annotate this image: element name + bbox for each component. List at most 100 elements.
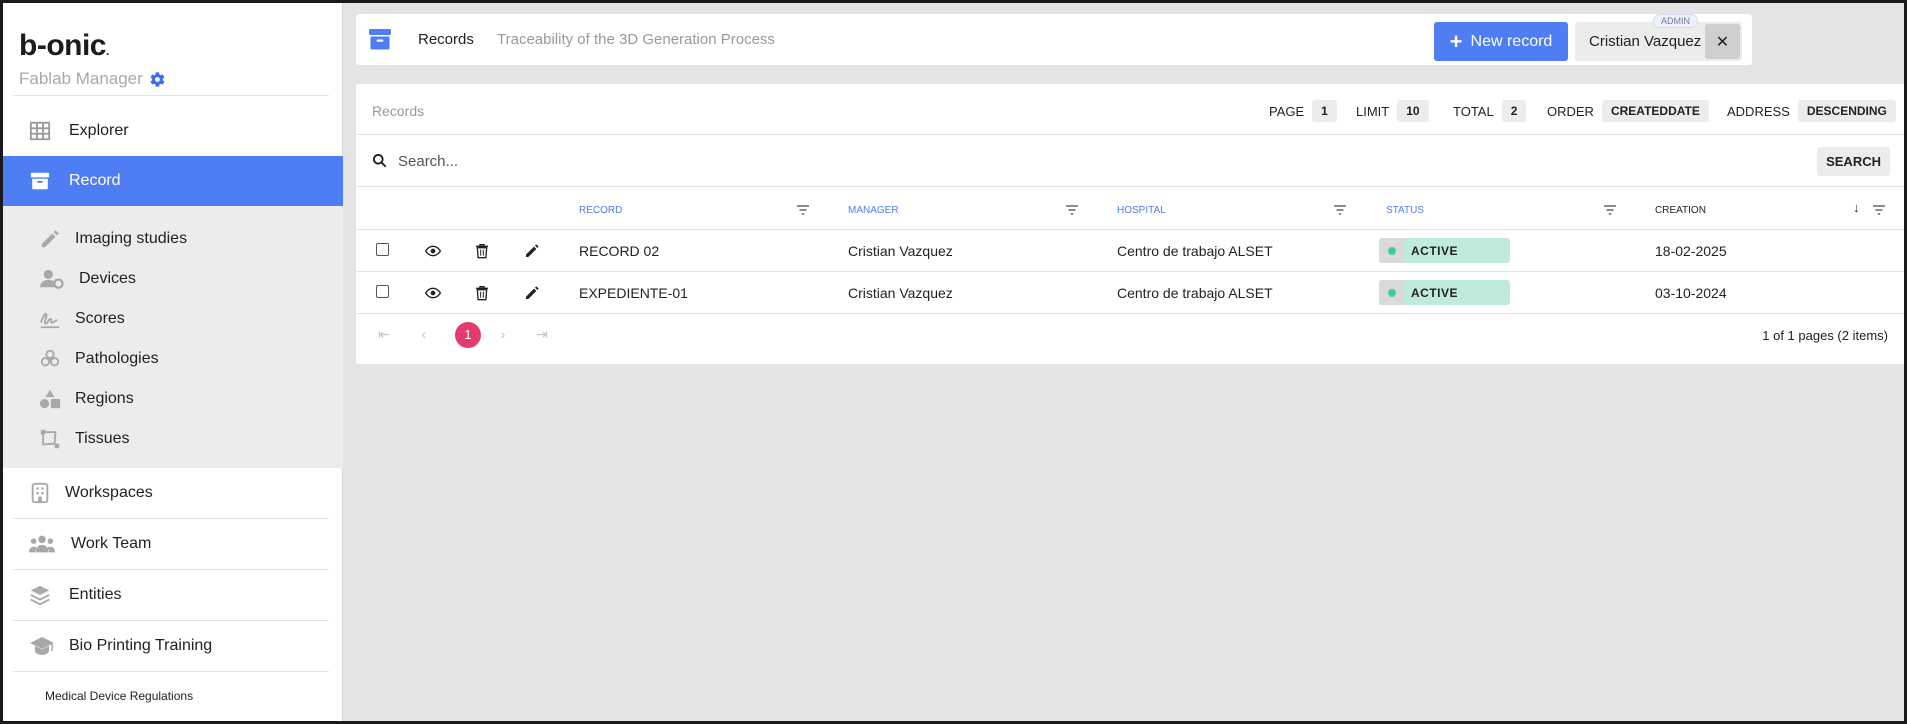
filter-icon[interactable] bbox=[1604, 205, 1616, 215]
submenu-item-label: Devices bbox=[79, 270, 136, 287]
users-icon bbox=[29, 533, 55, 555]
submenu-item-label: Pathologies bbox=[75, 350, 159, 367]
panel-header: Records PAGE 1 LIMIT 10 TOTAL 2 ORDER CREATE… bbox=[356, 84, 1904, 135]
user-gear-icon bbox=[39, 268, 65, 290]
status-dot-icon bbox=[1379, 280, 1404, 305]
submenu-item-devices[interactable]: Devices bbox=[3, 259, 343, 299]
sidebar-item-label: Workspaces bbox=[65, 484, 153, 501]
page-description: Traceability of the 3D Generation Proces… bbox=[497, 31, 775, 48]
first-page-icon[interactable]: ⇤ bbox=[376, 326, 392, 342]
new-record-button[interactable]: + New record bbox=[1434, 22, 1568, 61]
cell-record: RECORD 02 bbox=[579, 243, 660, 259]
order-indicator: ORDER CREATEDDATE bbox=[1547, 100, 1709, 122]
grid-icon bbox=[29, 120, 51, 142]
sidebar-item-workspaces[interactable]: Workspaces bbox=[3, 468, 343, 518]
trash-icon[interactable] bbox=[474, 243, 490, 259]
sidebar: b-onic. Fablab Manager Explorer Record I… bbox=[3, 3, 343, 721]
last-page-icon[interactable]: ⇥ bbox=[534, 326, 550, 342]
submenu-item-imaging-studies[interactable]: Imaging studies bbox=[3, 219, 343, 259]
shapes-icon bbox=[39, 388, 61, 410]
table-header: RECORD MANAGER HOSPITAL STATUS CREATION … bbox=[356, 187, 1904, 230]
column-header-record[interactable]: RECORD bbox=[579, 205, 622, 216]
cell-hospital: Centro de trabajo ALSET bbox=[1117, 285, 1273, 301]
submenu-item-label: Scores bbox=[75, 310, 125, 327]
sidebar-item-record[interactable]: Record bbox=[3, 156, 343, 206]
eye-icon[interactable] bbox=[425, 285, 441, 301]
trash-icon[interactable] bbox=[474, 285, 490, 301]
status-badge: ACTIVE bbox=[1379, 280, 1510, 305]
user-name: Cristian Vazquez bbox=[1589, 33, 1702, 50]
filter-icon[interactable] bbox=[1334, 205, 1346, 215]
cell-manager: Cristian Vazquez bbox=[848, 243, 953, 259]
record-submenu: Imaging studies Devices Scores Pathologi… bbox=[3, 206, 343, 468]
submenu-item-pathologies[interactable]: Pathologies bbox=[3, 339, 343, 379]
archive-box-icon bbox=[29, 170, 51, 192]
header-bar: Records Traceability of the 3D Generatio… bbox=[356, 14, 1752, 65]
vector-frame-icon bbox=[39, 428, 61, 450]
pagination: ⇤ ‹ 1 › ⇥ 1 of 1 pages (2 items) bbox=[356, 314, 1904, 354]
column-header-hospital[interactable]: HOSPITAL bbox=[1117, 205, 1166, 216]
status-dot-icon bbox=[1379, 238, 1404, 263]
submenu-item-label: Regions bbox=[75, 390, 134, 407]
next-page-icon[interactable]: › bbox=[495, 326, 511, 342]
layers-icon bbox=[29, 584, 51, 606]
submenu-item-scores[interactable]: Scores bbox=[3, 299, 343, 339]
row-checkbox[interactable] bbox=[376, 285, 389, 298]
cell-creation: 18-02-2025 bbox=[1655, 243, 1727, 259]
brand: b-onic. Fablab Manager bbox=[19, 29, 166, 89]
cell-hospital: Centro de trabajo ALSET bbox=[1117, 243, 1273, 259]
filter-icon[interactable] bbox=[797, 205, 809, 215]
row-checkbox[interactable] bbox=[376, 243, 389, 256]
search-input[interactable] bbox=[398, 147, 1498, 175]
search-icon bbox=[372, 153, 387, 168]
pencil-ruler-icon bbox=[39, 228, 61, 250]
divider bbox=[13, 671, 329, 672]
sidebar-item-label: Bio Printing Training bbox=[69, 637, 213, 654]
sidebar-item-entities[interactable]: Entities bbox=[3, 570, 343, 620]
submenu-item-regions[interactable]: Regions bbox=[3, 379, 343, 419]
panel-title: Records bbox=[372, 103, 425, 119]
pencil-icon[interactable] bbox=[524, 243, 540, 259]
filter-icon[interactable] bbox=[1873, 205, 1885, 215]
sidebar-item-label: Work Team bbox=[71, 535, 152, 552]
sidebar-item-label: Record bbox=[69, 172, 121, 189]
column-header-creation[interactable]: CREATION bbox=[1655, 205, 1706, 216]
search-button[interactable]: SEARCH bbox=[1817, 147, 1890, 176]
eye-icon[interactable] bbox=[425, 243, 441, 259]
column-header-manager[interactable]: MANAGER bbox=[848, 205, 899, 216]
search-bar: SEARCH bbox=[356, 135, 1904, 187]
pencil-icon[interactable] bbox=[524, 285, 540, 301]
medical-device-regulations-link[interactable]: Medical Device Regulations bbox=[45, 689, 193, 703]
submenu-item-tissues[interactable]: Tissues bbox=[3, 419, 343, 459]
page-button-current[interactable]: 1 bbox=[455, 322, 481, 348]
submenu-item-label: Imaging studies bbox=[75, 230, 188, 247]
close-icon[interactable]: ✕ bbox=[1705, 24, 1740, 59]
pagination-info: 1 of 1 pages (2 items) bbox=[1762, 328, 1888, 343]
sort-arrow-down-icon[interactable]: ↓ bbox=[1853, 200, 1860, 215]
prev-page-icon[interactable]: ‹ bbox=[416, 326, 432, 342]
divider bbox=[13, 95, 329, 96]
new-record-label: New record bbox=[1470, 32, 1553, 50]
column-header-status[interactable]: STATUS bbox=[1386, 205, 1424, 216]
address-indicator: ADDRESS DESCENDING bbox=[1727, 100, 1896, 122]
records-panel: Records PAGE 1 LIMIT 10 TOTAL 2 ORDER CREATE… bbox=[356, 84, 1904, 364]
sidebar-item-bio-printing-training[interactable]: Bio Printing Training bbox=[3, 621, 343, 671]
breadcrumb-records[interactable]: Records bbox=[418, 31, 474, 48]
sidebar-item-work-team[interactable]: Work Team bbox=[3, 519, 343, 569]
total-indicator: TOTAL 2 bbox=[1453, 100, 1527, 122]
cell-record: EXPEDIENTE-01 bbox=[579, 285, 688, 301]
cell-creation: 03-10-2024 bbox=[1655, 285, 1727, 301]
cell-manager: Cristian Vazquez bbox=[848, 285, 953, 301]
gear-icon[interactable] bbox=[149, 71, 166, 88]
biohazard-icon bbox=[39, 348, 61, 370]
archive-box-icon bbox=[369, 29, 391, 50]
limit-indicator: LIMIT 10 bbox=[1356, 100, 1429, 122]
sidebar-item-label: Entities bbox=[69, 586, 122, 603]
brand-subtitle: Fablab Manager bbox=[19, 69, 166, 89]
building-icon bbox=[29, 482, 51, 504]
filter-icon[interactable] bbox=[1066, 205, 1078, 215]
signature-icon bbox=[39, 308, 61, 330]
brand-logo: b-onic. bbox=[19, 29, 109, 62]
sidebar-item-explorer[interactable]: Explorer bbox=[3, 106, 343, 156]
plus-icon: + bbox=[1449, 28, 1463, 54]
